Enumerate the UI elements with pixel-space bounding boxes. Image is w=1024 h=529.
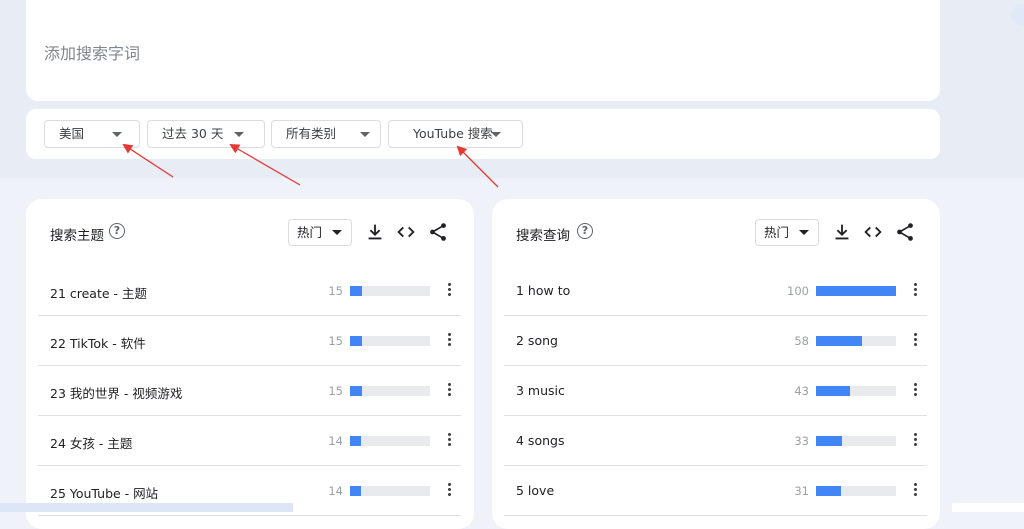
- list-item-label: 25 YouTube - 网站: [50, 486, 159, 501]
- interest-bar-fill: [816, 336, 862, 346]
- interest-bar: [350, 436, 430, 446]
- more-vert-icon[interactable]: [448, 383, 452, 397]
- more-vert-icon[interactable]: [448, 333, 452, 347]
- more-vert-icon[interactable]: [914, 383, 918, 397]
- interest-bar-fill: [816, 486, 841, 496]
- interest-bar: [350, 286, 430, 296]
- ime-toolbar: [952, 503, 1024, 512]
- interest-bar: [350, 386, 430, 396]
- interest-bar-fill: [816, 386, 850, 396]
- help-icon[interactable]: ?: [109, 223, 125, 239]
- list-item[interactable]: 2 song 58: [504, 316, 927, 366]
- annotation-arrow: [456, 145, 499, 188]
- chevron-down-icon: [799, 230, 809, 235]
- more-vert-icon[interactable]: [914, 283, 918, 297]
- list-item-label: 3 music: [516, 383, 565, 398]
- more-vert-icon[interactable]: [914, 433, 918, 447]
- list-item[interactable]: 24 女孩 - 主题 14: [38, 416, 461, 466]
- interest-bar: [816, 436, 896, 446]
- download-icon[interactable]: [364, 221, 386, 243]
- card-title: 搜索主题: [50, 228, 104, 244]
- list-item-value: 15: [328, 284, 343, 298]
- more-vert-icon[interactable]: [914, 333, 918, 347]
- chevron-down-icon: [332, 230, 342, 235]
- annotation-arrow: [122, 143, 174, 178]
- more-vert-icon[interactable]: [914, 483, 918, 497]
- list-item-value: 15: [328, 384, 343, 398]
- sort-select[interactable]: 热门: [755, 219, 819, 246]
- list-item[interactable]: 3 music 43: [504, 366, 927, 416]
- browser-status-bar: [0, 503, 293, 512]
- list-item-value: 14: [328, 434, 343, 448]
- interest-bar-fill: [350, 386, 362, 396]
- list-item-label: 2 song: [516, 333, 558, 348]
- embed-icon[interactable]: [862, 221, 884, 243]
- interest-bar: [816, 286, 896, 296]
- embed-icon[interactable]: [395, 221, 417, 243]
- share-icon[interactable]: [427, 221, 449, 243]
- interest-bar-fill: [350, 336, 362, 346]
- interest-bar: [350, 486, 430, 496]
- annotation-arrow: [229, 143, 301, 186]
- share-icon[interactable]: [894, 221, 916, 243]
- help-icon[interactable]: ?: [577, 223, 593, 239]
- list-item-value: 33: [794, 434, 809, 448]
- list-item[interactable]: 4 songs 33: [504, 416, 927, 466]
- interest-bar: [816, 486, 896, 496]
- interest-bar-fill: [350, 286, 362, 296]
- list-item-label: 5 love: [516, 483, 555, 498]
- list-item-value: 58: [794, 334, 809, 348]
- list-item-value: 15: [328, 334, 343, 348]
- list-item-label: 1 how to: [516, 283, 571, 298]
- list-item-label: 21 create - 主题: [50, 286, 148, 301]
- interest-bar-fill: [350, 436, 361, 446]
- list-item-label: 4 songs: [516, 433, 565, 448]
- interest-bar: [816, 386, 896, 396]
- list-item-value: 43: [794, 384, 809, 398]
- card-title: 搜索查询: [516, 228, 570, 244]
- list-item[interactable]: 5 love 31: [504, 466, 927, 516]
- list-item-label: 22 TikTok - 软件: [50, 336, 146, 351]
- list-item[interactable]: 1 how to 100: [504, 266, 927, 316]
- interest-bar-fill: [350, 486, 361, 496]
- list-item-label: 24 女孩 - 主题: [50, 436, 133, 451]
- more-vert-icon[interactable]: [448, 283, 452, 297]
- list-item[interactable]: 21 create - 主题 15: [38, 266, 461, 316]
- sort-select[interactable]: 热门: [288, 219, 352, 246]
- list-item[interactable]: 23 我的世界 - 视频游戏 15: [38, 366, 461, 416]
- list-item[interactable]: 22 TikTok - 软件 15: [38, 316, 461, 366]
- sort-select-label: 热门: [297, 225, 323, 240]
- interest-bar: [816, 336, 896, 346]
- list-item-value: 14: [328, 484, 343, 498]
- more-vert-icon[interactable]: [448, 433, 452, 447]
- list-item-value: 100: [787, 284, 809, 298]
- interest-bar: [350, 336, 430, 346]
- download-icon[interactable]: [831, 221, 853, 243]
- interest-bar-fill: [816, 286, 896, 296]
- more-vert-icon[interactable]: [448, 483, 452, 497]
- list-item-value: 31: [794, 484, 809, 498]
- list-item-label: 23 我的世界 - 视频游戏: [50, 386, 183, 401]
- topics-card: 搜索主题 ? 热门 21 create - 主题 15 22 TikTok - 软件…: [26, 199, 474, 529]
- interest-bar-fill: [816, 436, 842, 446]
- queries-card: 搜索查询 ? 热门 1 how to 100 2 song 58 3 music 43 4 …: [492, 199, 940, 529]
- sort-select-label: 热门: [764, 225, 790, 240]
